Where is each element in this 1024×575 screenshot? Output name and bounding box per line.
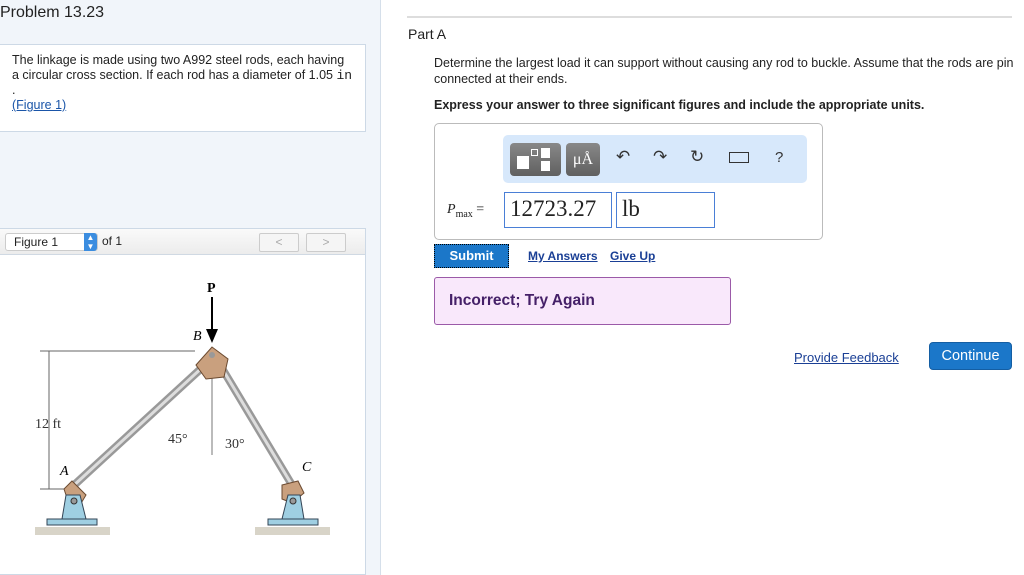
var: P bbox=[447, 202, 456, 217]
templates-icon-box bbox=[531, 149, 538, 156]
problem-title: Problem 13.23 bbox=[0, 4, 105, 21]
label-p: P bbox=[207, 281, 216, 296]
next-figure-button[interactable]: > bbox=[306, 233, 346, 252]
math-toolbar: μÅ ↶ ↷ ↻ ? bbox=[503, 135, 807, 183]
reset-icon[interactable]: ↻ bbox=[690, 147, 704, 167]
figure-select[interactable]: Figure 1 ▲ ▼ bbox=[5, 233, 98, 251]
answer-label: Pmax = bbox=[447, 202, 484, 220]
label-a: A bbox=[59, 464, 69, 479]
templates-icon bbox=[517, 156, 529, 169]
label-b: B bbox=[193, 329, 202, 344]
answer-box: μÅ ↶ ↷ ↻ ? Pmax = 12723.27 lb bbox=[434, 123, 823, 240]
base-c bbox=[267, 518, 319, 526]
submit-button[interactable]: Submit bbox=[434, 244, 509, 268]
units-button[interactable]: μÅ bbox=[566, 143, 600, 176]
templates-icon-num bbox=[541, 148, 550, 158]
feedback-message: Incorrect; Try Again bbox=[434, 277, 731, 325]
instruction-text: Express your answer to three significant… bbox=[434, 98, 925, 112]
label-height: 12 ft bbox=[35, 417, 61, 432]
var-sub: max bbox=[455, 208, 473, 220]
part-title: Part A bbox=[408, 26, 447, 42]
figure-select-value: Figure 1 bbox=[14, 235, 59, 249]
equals: = bbox=[472, 202, 485, 217]
templates-icon-den bbox=[541, 161, 550, 171]
continue-button[interactable]: Continue bbox=[929, 342, 1012, 370]
answer-column: Part A Determine the largest load it can… bbox=[381, 0, 1024, 575]
templates-button[interactable] bbox=[510, 143, 561, 176]
unit: in bbox=[336, 68, 353, 83]
figure-panel: Figure 1 ▲ ▼ of 1 < > P B A C 12 ft 45° … bbox=[0, 228, 366, 575]
provide-feedback-link[interactable]: Provide Feedback bbox=[794, 350, 899, 365]
redo-icon[interactable]: ↷ bbox=[653, 147, 667, 167]
period: . bbox=[12, 83, 16, 97]
give-up-link[interactable]: Give Up bbox=[610, 249, 655, 263]
my-answers-link[interactable]: My Answers bbox=[528, 249, 598, 263]
keyboard-icon[interactable] bbox=[729, 152, 749, 163]
figure-count: of 1 bbox=[102, 234, 123, 248]
help-icon[interactable]: ? bbox=[775, 149, 783, 166]
linkage-diagram: P B A C 12 ft 45° 30° bbox=[35, 281, 330, 535]
divider bbox=[407, 16, 1012, 18]
figure-link[interactable]: (Figure 1) bbox=[12, 98, 66, 112]
problem-text: The linkage is made using two A992 steel… bbox=[12, 53, 345, 82]
label-angle-30: 30° bbox=[225, 437, 245, 452]
unit-input[interactable]: lb bbox=[616, 192, 715, 228]
pin-c bbox=[289, 497, 297, 505]
prev-figure-button[interactable]: < bbox=[259, 233, 299, 252]
base-a bbox=[46, 518, 98, 526]
ground-a bbox=[35, 527, 110, 535]
label-angle-45: 45° bbox=[168, 432, 188, 447]
rod-ab-highlight bbox=[70, 363, 207, 489]
ground-c bbox=[255, 527, 330, 535]
pin-a bbox=[70, 497, 78, 505]
figure-toolbar: Figure 1 ▲ ▼ of 1 < > bbox=[0, 229, 365, 255]
problem-statement: The linkage is made using two A992 steel… bbox=[0, 44, 366, 132]
undo-icon[interactable]: ↶ bbox=[616, 147, 630, 167]
pin-b bbox=[209, 352, 215, 358]
chevron-updown-icon: ▲ ▼ bbox=[84, 233, 97, 251]
value-input[interactable]: 12723.27 bbox=[504, 192, 612, 228]
question-text: Determine the largest load it can suppor… bbox=[434, 56, 1014, 86]
rod-bc-highlight bbox=[218, 364, 294, 486]
label-c: C bbox=[302, 460, 312, 475]
problem-column: Problem 13.23 The linkage is made using … bbox=[0, 0, 381, 575]
arrow-head-icon bbox=[206, 329, 218, 343]
